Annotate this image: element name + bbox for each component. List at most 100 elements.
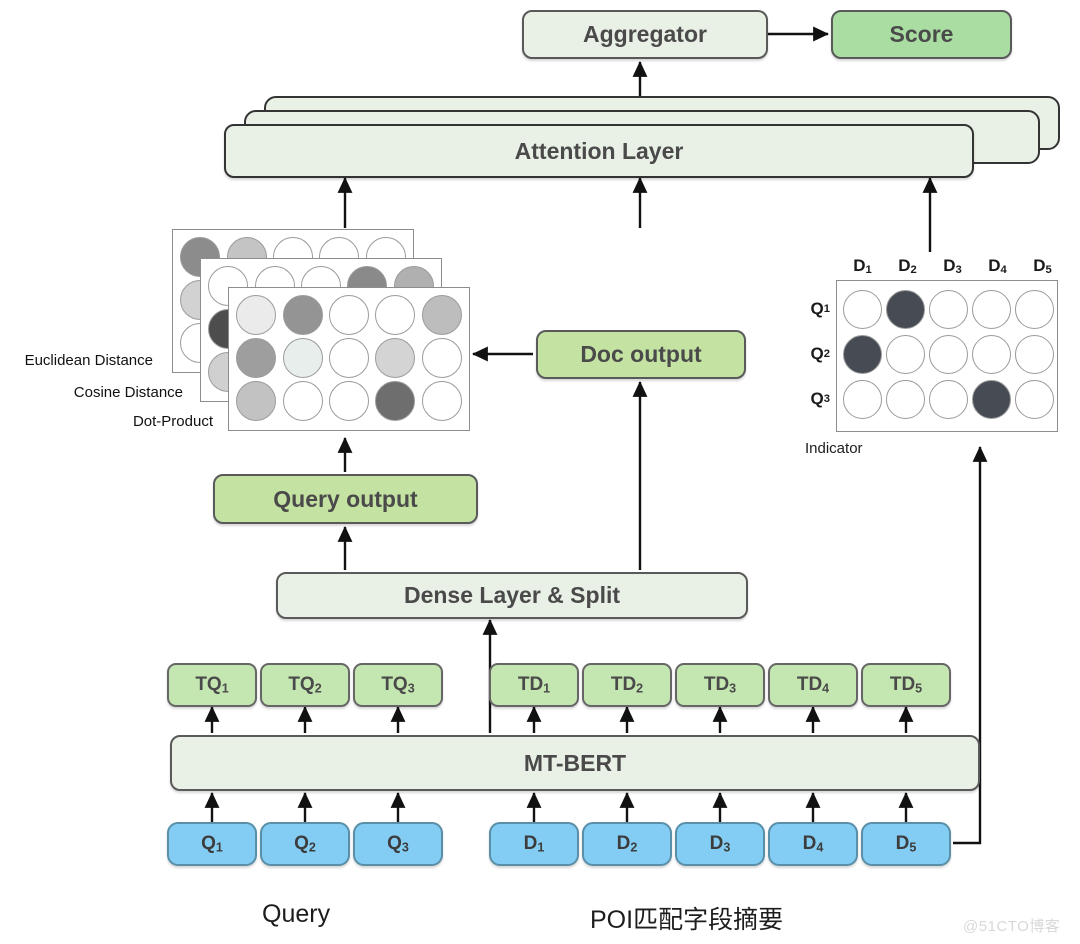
similarity-cell [374,295,416,335]
similarity-dot [236,381,277,421]
similarity-dot [421,338,462,378]
indicator-cell [843,334,882,375]
similarity-cell [235,295,277,335]
indicator-dot-empty [1015,290,1054,329]
doc-output-label: Doc output [580,341,702,367]
token-box-q3[interactable]: TQ3 [353,663,443,707]
similarity-cell [235,381,277,421]
indicator-cell [886,334,925,375]
indicator-row-header: Q2 [810,343,830,363]
indicator-dot-empty [972,290,1011,329]
input-label: D1 [523,833,545,855]
input-label: D2 [616,833,638,855]
similarity-cell [281,381,323,421]
indicator-cell [1015,289,1054,330]
similarity-cell [235,338,277,378]
indicator-dot-empty [1015,380,1054,419]
token-box-d1[interactable]: TD1 [489,663,579,707]
indicator-dot-empty [972,335,1011,374]
token-box-q2[interactable]: TQ2 [260,663,350,707]
indicator-cell [1015,379,1054,420]
similarity-dot [282,295,323,335]
similarity-matrix-row [235,381,463,421]
indicator-cell [972,379,1011,420]
caption-query: Query [262,900,331,928]
metric-label-cosine: Cosine Distance [73,384,183,401]
indicator-cell [843,289,882,330]
indicator-row-headers: Q1 Q2 Q3 [798,280,830,448]
token-box-d2[interactable]: TD2 [582,663,672,707]
token-label: TD5 [889,674,923,696]
input-box-d5[interactable]: D5 [861,822,951,866]
score-label: Score [889,21,954,47]
aggregator-node[interactable]: Aggregator [522,10,768,59]
token-label: TQ2 [288,674,322,696]
indicator-cell [929,379,968,420]
token-label: TD3 [703,674,737,696]
indicator-col-header: D4 [988,256,1007,277]
watermark: @51CTO博客 [963,918,1061,935]
similarity-dot [329,338,370,378]
indicator-dot-empty [886,335,925,374]
doc-output-node[interactable]: Doc output [536,330,746,379]
score-node[interactable]: Score [831,10,1012,59]
attention-layer-label: Attention Layer [514,137,684,164]
dense-layer-label: Dense Layer & Split [403,582,621,608]
indicator-dot-filled [843,335,882,374]
similarity-cell [281,338,323,378]
input-box-q1[interactable]: Q1 [167,822,257,866]
indicator-row-header: Q1 [810,298,830,318]
similarity-cell [328,295,370,335]
input-label: Q2 [294,833,316,855]
token-box-q1[interactable]: TQ1 [167,663,257,707]
similarity-cell [374,338,416,378]
similarity-cell [328,381,370,421]
input-box-q2[interactable]: Q2 [260,822,350,866]
indicator-col-headers: D1 D2 D3 D4 D5 [836,256,1070,276]
indicator-dot-empty [929,290,968,329]
token-box-d5[interactable]: TD5 [861,663,951,707]
query-output-node[interactable]: Query output [213,474,478,524]
token-label: TD1 [517,674,551,696]
input-box-d3[interactable]: D3 [675,822,765,866]
token-label: TQ3 [381,674,415,696]
indicator-row [843,334,1054,375]
input-box-d1[interactable]: D1 [489,822,579,866]
indicator-row [843,379,1054,420]
similarity-matrix-row [235,338,463,378]
indicator-dot-empty [886,380,925,419]
input-box-q3[interactable]: Q3 [353,822,443,866]
input-box-d2[interactable]: D2 [582,822,672,866]
input-label: Q3 [387,833,409,855]
indicator-cell [886,289,925,330]
query-output-label: Query output [273,485,418,512]
metric-label-dotproduct: Dot-Product [132,413,213,430]
input-box-d4[interactable]: D4 [768,822,858,866]
caption-poi: POI匹配字段摘要 [590,906,784,934]
dense-layer-node[interactable]: Dense Layer & Split [276,572,748,619]
similarity-dot [375,295,416,335]
indicator-dot-empty [929,380,968,419]
similarity-dot [236,295,277,335]
similarity-dot [375,381,416,421]
token-box-d4[interactable]: TD4 [768,663,858,707]
indicator-col-header: D3 [943,256,962,277]
indicator-col-header: D1 [853,256,872,277]
similarity-dot [329,295,370,335]
diagram-canvas: Aggregator Score Attention Layer Euclide… [0,0,1080,944]
attention-layer-node[interactable]: Attention Layer [224,124,974,178]
indicator-dot-empty [843,290,882,329]
indicator-dot-empty [843,380,882,419]
indicator-cell [972,334,1011,375]
similarity-matrix-row [235,295,463,335]
indicator-row [843,289,1054,330]
indicator-cell [929,334,968,375]
indicator-dot-filled [972,380,1011,419]
similarity-dot [421,295,462,335]
similarity-cell [281,295,323,335]
token-box-d3[interactable]: TD3 [675,663,765,707]
indicator-col-header: D2 [898,256,917,277]
mt-bert-node[interactable]: MT-BERT [170,735,980,791]
similarity-cell [421,338,463,378]
input-label: D3 [709,833,731,855]
